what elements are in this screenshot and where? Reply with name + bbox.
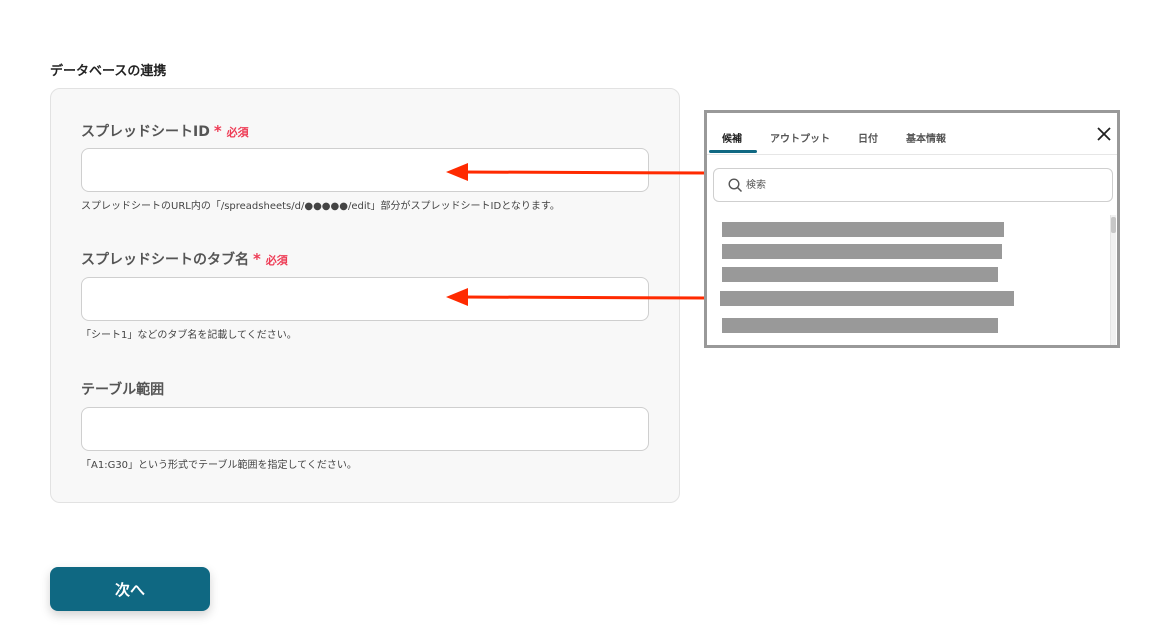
- tab-basic-info[interactable]: 基本情報: [906, 130, 946, 145]
- close-icon[interactable]: [1097, 127, 1111, 141]
- field-label-text: スプレッドシートのタブ名: [81, 252, 249, 268]
- redacted-list-item[interactable]: [722, 222, 1004, 237]
- required-text: 必須: [226, 126, 249, 139]
- field-label-text: テーブル範囲: [81, 382, 165, 398]
- redacted-list-item[interactable]: [722, 244, 1002, 259]
- next-button[interactable]: 次へ: [50, 567, 210, 611]
- field-label-text: スプレッドシートID: [81, 124, 210, 140]
- redacted-list-item[interactable]: [722, 318, 998, 333]
- popup-scrollbar-track[interactable]: [1110, 215, 1116, 345]
- tab-name-input[interactable]: [81, 277, 649, 321]
- required-star: *: [253, 250, 261, 268]
- tab-candidates[interactable]: 候補: [722, 130, 742, 145]
- required-badge: * 必須: [253, 250, 288, 268]
- search-icon: [728, 178, 743, 193]
- popup-search-box: [713, 168, 1113, 202]
- field-label-spreadsheet-id: スプレッドシートID * 必須: [81, 121, 249, 141]
- table-range-help: 「A1:G30」という形式でテーブル範囲を指定してください。: [81, 460, 357, 471]
- section-title: データベースの連携: [50, 64, 167, 79]
- required-text: 必須: [265, 254, 288, 267]
- suggestion-popup: 候補 アウトプット 日付 基本情報: [704, 110, 1120, 348]
- tab-name-help: 「シート1」などのタブ名を記載してください。: [81, 330, 297, 341]
- popup-tabs: 候補 アウトプット 日付 基本情報: [707, 113, 1117, 155]
- spreadsheet-id-help: スプレッドシートのURL内の「/spreadsheets/d/●●●●●/edi…: [81, 201, 560, 212]
- tab-output[interactable]: アウトプット: [770, 130, 830, 145]
- field-label-tab-name: スプレッドシートのタブ名 * 必須: [81, 249, 288, 269]
- active-tab-indicator: [709, 150, 757, 153]
- redacted-list-item[interactable]: [722, 267, 998, 282]
- required-star: *: [213, 122, 222, 140]
- spreadsheet-id-input[interactable]: [81, 148, 649, 192]
- popup-search-input[interactable]: [746, 175, 1096, 195]
- redacted-list-item[interactable]: [720, 291, 1014, 306]
- field-label-table-range: テーブル範囲: [81, 379, 164, 399]
- required-badge: * 必須: [213, 122, 249, 140]
- popup-scrollbar-thumb[interactable]: [1111, 217, 1116, 233]
- form-card: スプレッドシートID * 必須 スプレッドシートのURL内の「/spreadshe…: [50, 88, 680, 503]
- tab-date[interactable]: 日付: [858, 130, 878, 145]
- table-range-input[interactable]: [81, 407, 649, 451]
